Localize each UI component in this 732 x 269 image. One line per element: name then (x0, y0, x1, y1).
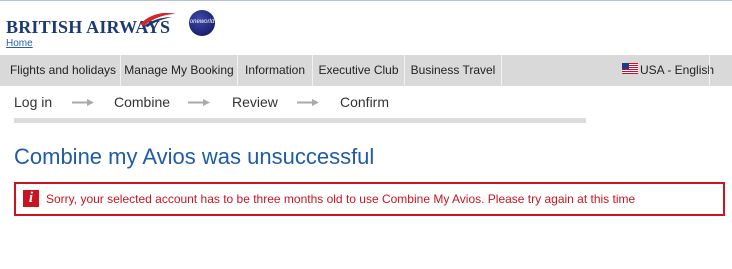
step-log-in: Log in (14, 94, 53, 110)
progress-track (14, 118, 586, 123)
nav-item-executive-club[interactable]: Executive Club (313, 55, 404, 86)
nav-item-manage-my-booking[interactable]: Manage My Booking (121, 55, 237, 86)
arrow-right-icon (188, 99, 210, 106)
nav-item-information[interactable]: Information (238, 55, 312, 86)
oneworld-logo: oneworld (189, 10, 215, 36)
page-title: Combine my Avios was unsuccessful (14, 144, 375, 169)
nav-item-flights-and-holidays[interactable]: Flights and holidays (6, 55, 120, 86)
step-combine: Combine (114, 94, 171, 110)
us-flag-icon (622, 63, 638, 74)
oneworld-label: oneworld (189, 19, 215, 25)
step-review: Review (232, 94, 278, 110)
step-confirm: Confirm (340, 94, 390, 110)
error-message-text: Sorry, your selected account has to be t… (46, 192, 636, 206)
error-message-box: i Sorry, your selected account has to be… (14, 182, 725, 216)
nav-divider (709, 55, 710, 86)
nav-item-business-travel[interactable]: Business Travel (405, 55, 501, 86)
main-nav: Flights and holidays Manage My Booking I… (0, 55, 732, 86)
arrow-right-icon (297, 99, 319, 106)
language-selector[interactable]: USA - English (640, 55, 714, 86)
top-border (0, 0, 732, 1)
info-icon: i (23, 190, 39, 207)
arrow-right-icon (72, 99, 94, 106)
home-link[interactable]: Home (6, 38, 33, 49)
progress-steps: Log in Combine Review Confirm (0, 86, 732, 118)
speedmarque-icon (140, 12, 176, 27)
nav-divider (501, 55, 502, 86)
